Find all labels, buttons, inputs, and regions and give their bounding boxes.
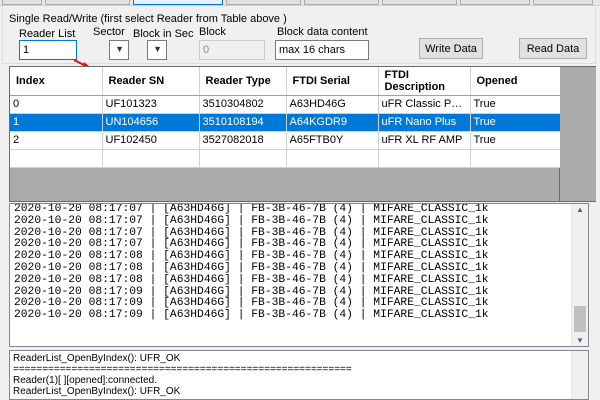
panel-title: Single Read/Write (first select Reader f… bbox=[9, 13, 287, 25]
table-cell[interactable] bbox=[286, 149, 379, 168]
column-header-index[interactable]: Index bbox=[10, 67, 103, 96]
table-cell[interactable]: 3510108194 bbox=[199, 113, 287, 132]
scroll-down-icon[interactable]: ▼ bbox=[572, 336, 588, 345]
toolbar-button-stub[interactable] bbox=[382, 0, 457, 5]
table-cell[interactable]: uFR XL RF AMP bbox=[378, 131, 471, 150]
toolbar-button-stub[interactable] bbox=[460, 0, 530, 5]
status-textarea[interactable]: ReaderList_OpenByIndex(): UFR_OK =======… bbox=[9, 350, 589, 400]
toolbar-button-stub[interactable] bbox=[533, 0, 593, 5]
toolbar-button-stub[interactable] bbox=[2, 0, 42, 5]
log-line: 2020-10-20 08:17:08 | [A63HD46G] | FB-3B… bbox=[14, 261, 489, 274]
write-data-button[interactable]: Write Data bbox=[419, 38, 483, 59]
block-in-sec-label: Block in Sec bbox=[133, 28, 194, 40]
table-cell[interactable] bbox=[102, 149, 200, 168]
block-data-label: Block data content bbox=[277, 26, 368, 38]
status-line: ReaderList_OpenByIndex(): UFR_OK bbox=[13, 353, 181, 364]
table-cell[interactable]: UF102450 bbox=[102, 131, 200, 150]
sector-select[interactable]: ▼ bbox=[109, 40, 129, 60]
table-cell[interactable]: 1 bbox=[10, 113, 103, 132]
table-cell[interactable]: 2 bbox=[10, 131, 103, 150]
table-cell[interactable]: uFR Classic PRO... bbox=[378, 95, 471, 114]
column-header-reader-type[interactable]: Reader Type bbox=[199, 67, 287, 96]
table-cell[interactable]: True bbox=[470, 131, 562, 150]
sector-label: Sector bbox=[93, 26, 125, 38]
table-row-selected[interactable]: 1 UN104656 3510108194 A64KGDR9 uFR Nano … bbox=[10, 113, 562, 132]
log-line: 2020-10-20 08:17:09 | [A63HD46G] | FB-3B… bbox=[14, 309, 489, 322]
status-scrollbar[interactable] bbox=[571, 351, 588, 399]
column-header-ftdi-serial[interactable]: FTDI Serial bbox=[286, 67, 379, 96]
reader-list-label: Reader List bbox=[19, 28, 76, 40]
log-scrollbar[interactable]: ▲ ▼ bbox=[571, 204, 588, 346]
status-line: Reader(1)[ ][opened]:connected. bbox=[13, 375, 157, 386]
table-cell[interactable]: A65FTB0Y bbox=[286, 131, 379, 150]
table-cell[interactable]: UF101323 bbox=[102, 95, 200, 114]
table-cell[interactable]: 0 bbox=[10, 95, 103, 114]
status-line: ReaderList_OpenByIndex(): UFR_OK bbox=[13, 386, 181, 397]
reader-table: Index Reader SN Reader Type FTDI Serial … bbox=[9, 66, 562, 202]
table-cell[interactable]: True bbox=[470, 95, 562, 114]
column-header-ftdi-description[interactable]: FTDI Description bbox=[378, 67, 471, 96]
toolbar-button-stub[interactable] bbox=[304, 0, 379, 5]
toolbar-button-stub[interactable] bbox=[133, 0, 223, 5]
block-input[interactable]: 0 bbox=[199, 40, 265, 60]
chevron-down-icon: ▼ bbox=[153, 44, 162, 54]
table-row[interactable]: 0 UF101323 3510304802 A63HD46G uFR Class… bbox=[10, 95, 562, 114]
top-toolbar-strip bbox=[0, 0, 600, 6]
toolbar-button-stub[interactable] bbox=[226, 0, 301, 5]
log-line: 2020-10-20 08:17:08 | [A63HD46G] | FB-3B… bbox=[14, 273, 489, 286]
status-line: ========================================… bbox=[13, 364, 352, 375]
log-scrollbar-thumb[interactable] bbox=[574, 306, 586, 332]
toolbar-button-stub[interactable] bbox=[45, 0, 130, 5]
table-row[interactable]: 2 UF102450 3527082018 A65FTB0Y uFR XL RF… bbox=[10, 131, 562, 150]
table-cell[interactable]: UN104656 bbox=[102, 113, 200, 132]
block-in-sec-select[interactable]: ▼ bbox=[147, 40, 167, 60]
table-row-empty[interactable] bbox=[10, 149, 562, 168]
table-background-right bbox=[560, 66, 596, 202]
block-label: Block bbox=[199, 26, 226, 38]
reader-list-input[interactable]: 1 bbox=[19, 40, 77, 60]
table-cell[interactable] bbox=[378, 149, 471, 168]
table-cell[interactable] bbox=[470, 149, 562, 168]
card-log-textarea[interactable]: 2020-10-20 08:17:07 | [A63HD46G] | FB-3B… bbox=[9, 203, 589, 347]
column-header-opened[interactable]: Opened bbox=[470, 67, 562, 96]
table-cell[interactable]: uFR Nano Plus bbox=[378, 113, 471, 132]
column-header-reader-sn[interactable]: Reader SN bbox=[102, 67, 200, 96]
table-cell[interactable]: A63HD46G bbox=[286, 95, 379, 114]
table-cell[interactable]: 3527082018 bbox=[199, 131, 287, 150]
block-data-input[interactable]: max 16 chars bbox=[275, 40, 369, 60]
read-data-button[interactable]: Read Data bbox=[519, 38, 587, 59]
log-line: 2020-10-20 08:17:07 | [A63HD46G] | FB-3B… bbox=[14, 214, 489, 227]
table-cell[interactable] bbox=[199, 149, 287, 168]
table-cell[interactable] bbox=[10, 149, 103, 168]
chevron-down-icon: ▼ bbox=[115, 44, 124, 54]
table-cell[interactable]: True bbox=[470, 113, 562, 132]
table-header-row: Index Reader SN Reader Type FTDI Serial … bbox=[10, 67, 562, 96]
table-cell[interactable]: 3510304802 bbox=[199, 95, 287, 114]
table-cell[interactable]: A64KGDR9 bbox=[286, 113, 379, 132]
scroll-up-icon[interactable]: ▲ bbox=[572, 205, 588, 214]
